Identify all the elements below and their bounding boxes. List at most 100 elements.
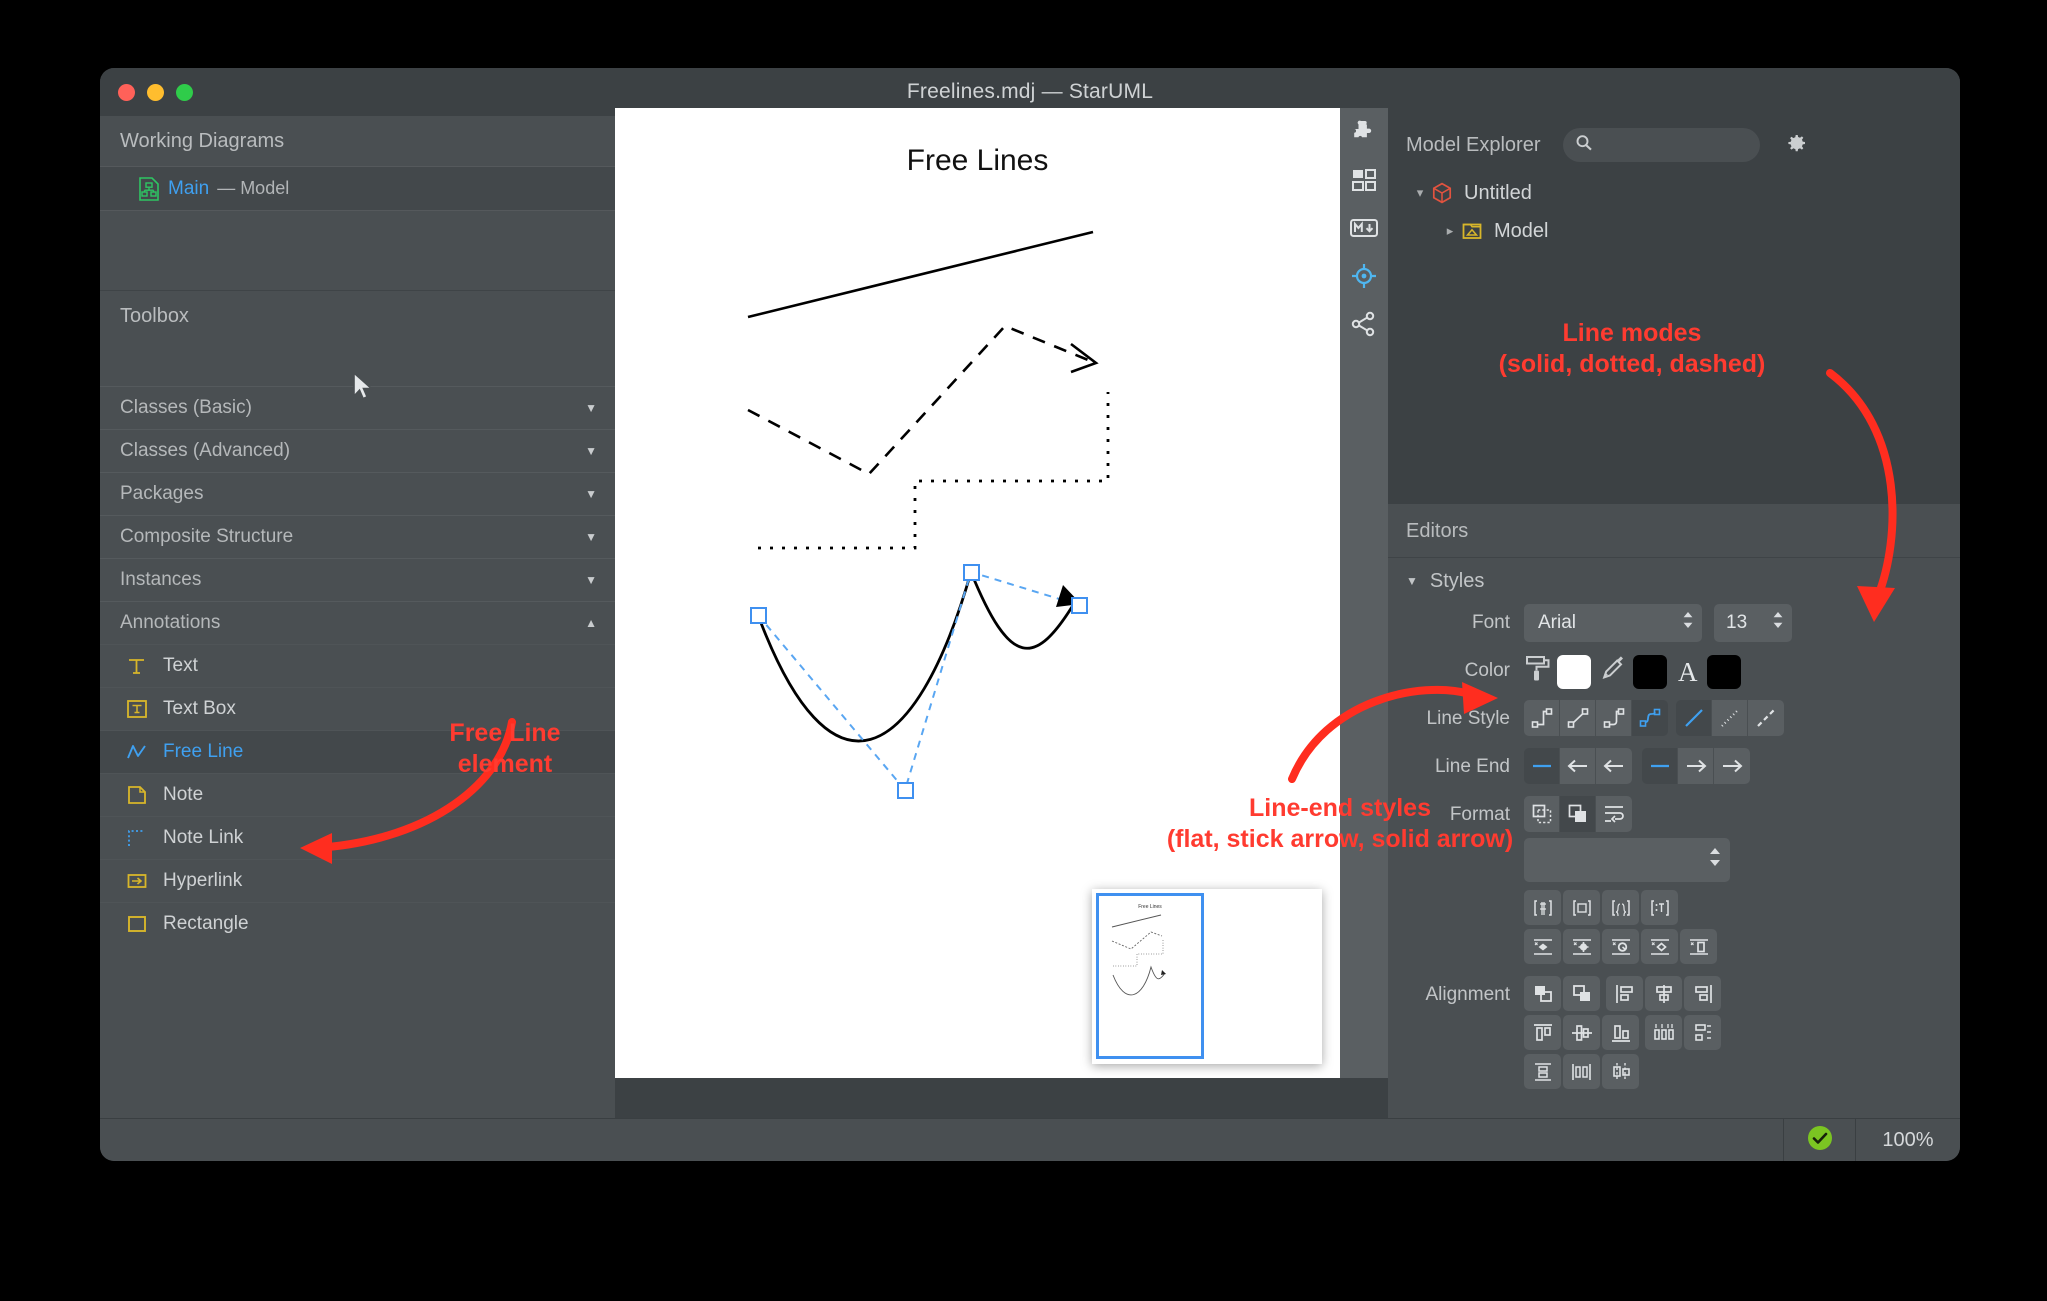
toolbox-item-rectangle[interactable]: Rectangle xyxy=(100,902,615,945)
suppress-columns-icon[interactable] xyxy=(1680,929,1717,964)
styles-title-label: Styles xyxy=(1430,570,1484,593)
show-namespace-icon[interactable] xyxy=(1563,890,1600,925)
toolbox-group-composite-structure[interactable]: Composite Structure ▼ xyxy=(100,515,615,558)
toolbox-group-label: Classes (Advanced) xyxy=(120,440,290,462)
working-diagram-subtitle: — Model xyxy=(217,178,289,199)
toolbox-group-instances[interactable]: Instances ▼ xyxy=(100,558,615,601)
spinner-icon[interactable] xyxy=(1698,845,1722,875)
model-explorer-tree: ▾ Untitled ▸ Mode xyxy=(1388,174,1960,250)
markdown-icon[interactable] xyxy=(1340,204,1388,252)
extension-puzzle-icon[interactable] xyxy=(1340,108,1388,156)
minimap-panel[interactable]: Free Lines xyxy=(1092,889,1322,1064)
share-nodes-icon[interactable] xyxy=(1340,300,1388,348)
solid-arrow-right-icon[interactable] xyxy=(1714,748,1750,784)
search-input[interactable] xyxy=(1599,135,1749,155)
toolbox-group-label: Annotations xyxy=(120,612,220,634)
search-icon xyxy=(1575,134,1593,157)
tree-item-untitled[interactable]: ▾ Untitled xyxy=(1398,174,1960,212)
model-explorer-header: Model Explorer xyxy=(1388,116,1960,174)
distribute-horizontal-icon[interactable] xyxy=(1645,1015,1682,1050)
suppress-receptions-icon[interactable] xyxy=(1602,929,1639,964)
minimap-current-page[interactable]: Free Lines xyxy=(1096,893,1204,1059)
toolbox-group-classes-advanced[interactable]: Classes (Advanced) ▼ xyxy=(100,429,615,472)
font-color-swatch[interactable] xyxy=(1707,655,1741,689)
flat-end-right-icon[interactable] xyxy=(1642,748,1678,784)
solid-line-icon[interactable] xyxy=(1676,700,1712,736)
gear-icon[interactable] xyxy=(1784,131,1808,160)
show-visibility-icon[interactable] xyxy=(1524,890,1561,925)
selection-handle xyxy=(1072,598,1087,613)
space-evenly-horizontal-icon[interactable] xyxy=(1563,1054,1600,1089)
toolbox-item-note-link[interactable]: Note Link xyxy=(100,816,615,859)
toolbox-item-label: Rectangle xyxy=(163,913,249,935)
check-circle-icon xyxy=(1806,1124,1834,1157)
fill-color-swatch[interactable] xyxy=(1557,655,1591,689)
styles-section-header[interactable]: ▼ Styles xyxy=(1388,558,1960,604)
toolbox-item-label: Hyperlink xyxy=(163,870,242,892)
paint-roller-icon[interactable] xyxy=(1524,654,1552,689)
suppress-operations-icon[interactable] xyxy=(1563,929,1600,964)
validation-status[interactable] xyxy=(1783,1119,1855,1162)
show-type-icon[interactable] xyxy=(1641,890,1678,925)
send-to-back-icon[interactable] xyxy=(1524,976,1561,1011)
toolbox-group-annotations[interactable]: Annotations ▲ xyxy=(100,601,615,644)
zoom-level[interactable]: 100% xyxy=(1855,1119,1960,1162)
align-bottom-icon[interactable] xyxy=(1602,1015,1639,1050)
rounded-rect-route-icon[interactable] xyxy=(1596,700,1632,736)
stick-arrow-right-icon[interactable] xyxy=(1678,748,1714,784)
spinner-icon[interactable] xyxy=(1672,610,1694,636)
toolbox-group-label: Classes (Basic) xyxy=(120,397,252,419)
flat-end-left-icon[interactable] xyxy=(1524,748,1560,784)
rectilinear-route-icon[interactable] xyxy=(1524,700,1560,736)
color-label: Color xyxy=(1388,652,1524,690)
font-size-select[interactable]: 13 xyxy=(1714,604,1792,642)
twisty-collapsed-icon[interactable]: ▸ xyxy=(1440,223,1460,239)
chevron-down-icon: ▼ xyxy=(585,401,597,415)
align-left-icon[interactable] xyxy=(1606,976,1643,1011)
toolbox-item-hyperlink[interactable]: Hyperlink xyxy=(100,859,615,902)
model-explorer-title: Model Explorer xyxy=(1406,134,1541,157)
toolbox-group-packages[interactable]: Packages ▼ xyxy=(100,472,615,515)
toolbox-header: Toolbox xyxy=(100,291,615,341)
oblique-route-icon[interactable] xyxy=(1560,700,1596,736)
stick-arrow-left-icon[interactable] xyxy=(1560,748,1596,784)
twisty-expanded-icon[interactable]: ▾ xyxy=(1410,185,1430,201)
toolbox-item-text[interactable]: Text xyxy=(100,644,615,687)
show-property-icon[interactable] xyxy=(1602,890,1639,925)
format-toggle-row-2 xyxy=(1524,929,1719,968)
toolbox-group-classes-basic[interactable]: Classes (Basic) ▼ xyxy=(100,386,615,429)
font-family-select[interactable]: Arial xyxy=(1524,604,1702,642)
line-style-row: Line Style xyxy=(1388,700,1960,738)
working-diagram-item-main[interactable]: Main — Model xyxy=(100,166,615,211)
curve-route-icon[interactable] xyxy=(1632,700,1668,736)
diagram-canvas[interactable]: Free Lines Free Lines xyxy=(615,108,1340,1078)
spinner-icon[interactable] xyxy=(1762,610,1784,636)
tree-item-model[interactable]: ▸ Model xyxy=(1398,212,1960,250)
set-same-size-icon[interactable] xyxy=(1602,1054,1639,1089)
distribute-vertical-icon[interactable] xyxy=(1684,1015,1721,1050)
alignment-row-1 xyxy=(1524,976,1723,1015)
working-diagrams-list: Main — Model xyxy=(100,166,615,291)
working-diagrams-header: Working Diagrams xyxy=(100,116,615,166)
word-wrap-icon[interactable] xyxy=(1596,796,1632,832)
solid-arrow-left-icon[interactable] xyxy=(1596,748,1632,784)
align-center-icon[interactable] xyxy=(1645,976,1682,1011)
dotted-line-icon[interactable] xyxy=(1712,700,1748,736)
toolbox-group-label: Packages xyxy=(120,483,203,505)
align-middle-icon[interactable] xyxy=(1563,1015,1600,1050)
grid-panels-icon[interactable] xyxy=(1340,156,1388,204)
suppress-attributes-icon[interactable] xyxy=(1524,929,1561,964)
model-explorer-search-box[interactable] xyxy=(1563,128,1760,162)
target-crosshair-icon[interactable] xyxy=(1340,252,1388,300)
space-evenly-vertical-icon[interactable] xyxy=(1524,1054,1561,1089)
pen-icon[interactable] xyxy=(1600,654,1628,689)
right-panel: Model Explorer ▾ xyxy=(1388,116,1960,1118)
suppress-literals-icon[interactable] xyxy=(1641,929,1678,964)
line-color-swatch[interactable] xyxy=(1633,655,1667,689)
dashed-line-icon[interactable] xyxy=(1748,700,1784,736)
font-A-icon[interactable]: A xyxy=(1678,657,1698,687)
align-right-icon[interactable] xyxy=(1684,976,1721,1011)
bring-to-front-icon[interactable] xyxy=(1563,976,1600,1011)
align-top-icon[interactable] xyxy=(1524,1015,1561,1050)
caret-down-icon: ▼ xyxy=(1406,574,1418,588)
